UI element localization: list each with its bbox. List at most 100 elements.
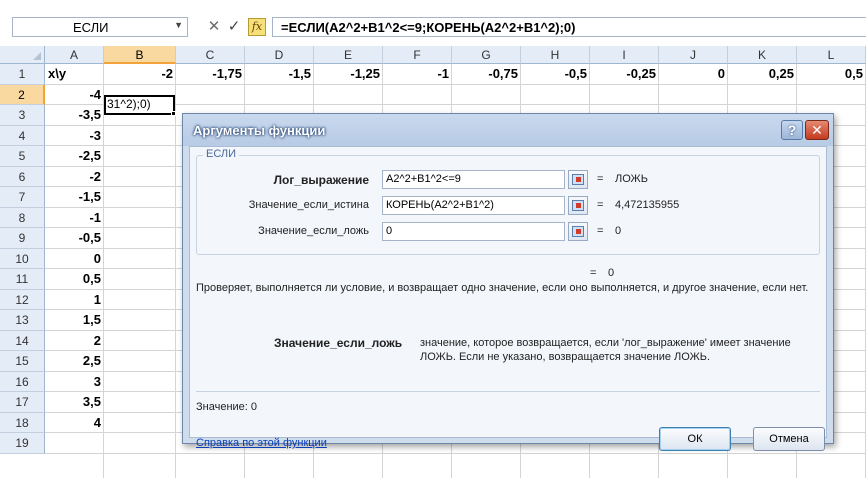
column-header[interactable]: J xyxy=(659,46,728,64)
function-group-label: ЕСЛИ xyxy=(203,148,240,160)
table-cell[interactable]: -1 xyxy=(45,210,104,225)
arg-label-logical-test: Лог_выражение xyxy=(273,173,369,187)
row-header[interactable]: 16 xyxy=(0,371,45,392)
row-header[interactable]: 7 xyxy=(0,187,45,208)
cancel-formula-icon[interactable]: ✕ xyxy=(206,17,222,37)
ok-button[interactable]: ОК xyxy=(659,427,731,451)
name-box[interactable]: ЕСЛИ ▼ xyxy=(12,17,188,37)
table-cell[interactable]: 0,25 xyxy=(728,66,797,81)
table-cell[interactable]: -2,5 xyxy=(45,148,104,163)
help-link[interactable]: Справка по этой функции xyxy=(196,437,327,449)
arg-input-logical-test[interactable]: A2^2+B1^2<=9 xyxy=(382,170,565,189)
param-description: значение, которое возвращается, если 'ло… xyxy=(420,337,791,363)
table-cell[interactable]: -4 xyxy=(45,87,104,102)
arg-result-logical-test: ЛОЖЬ xyxy=(615,173,648,185)
row-header[interactable]: 9 xyxy=(0,228,45,249)
arg-result-value-if-true: 4,472135955 xyxy=(615,199,680,211)
function-arguments-dialog: Аргументы функции ? ✕ ЕСЛИ Лог_выражение… xyxy=(182,113,834,451)
row-header[interactable]: 5 xyxy=(0,146,45,167)
column-header[interactable]: E xyxy=(314,46,383,64)
formula-bar: ЕСЛИ ▼ ✕ ✓ fx =ЕСЛИ(A2^2+B1^2<=9;КОРЕНЬ(… xyxy=(0,0,866,46)
cancel-button[interactable]: Отмена xyxy=(753,427,825,451)
active-cell-editor[interactable]: 31^2);0) xyxy=(104,95,175,115)
divider xyxy=(196,391,820,392)
table-cell[interactable]: -0,75 xyxy=(452,66,521,81)
column-header[interactable]: K xyxy=(728,46,797,64)
table-cell[interactable]: -1,25 xyxy=(314,66,383,81)
gridline xyxy=(175,64,176,478)
table-cell[interactable]: 0 xyxy=(45,251,104,266)
column-header[interactable]: I xyxy=(590,46,659,64)
chevron-down-icon[interactable]: ▼ xyxy=(174,20,183,30)
table-cell[interactable]: -1,5 xyxy=(245,66,314,81)
formula-input[interactable]: =ЕСЛИ(A2^2+B1^2<=9;КОРЕНЬ(A2^2+B1^2);0) xyxy=(272,17,866,37)
row-header[interactable]: 8 xyxy=(0,207,45,228)
table-cell[interactable]: 2,5 xyxy=(45,353,104,368)
table-cell[interactable]: -1,75 xyxy=(176,66,245,81)
table-cell[interactable]: -2 xyxy=(104,66,176,81)
column-header[interactable]: G xyxy=(452,46,521,64)
column-header[interactable]: F xyxy=(383,46,452,64)
table-cell[interactable]: 0 xyxy=(659,66,728,81)
row-header[interactable]: 2 xyxy=(0,84,45,105)
arg-input-value-if-true[interactable]: КОРЕНЬ(A2^2+B1^2) xyxy=(382,196,565,215)
row-header[interactable]: 11 xyxy=(0,269,45,290)
select-all-corner[interactable] xyxy=(0,46,45,64)
row-header[interactable]: 1 xyxy=(0,64,45,85)
row-header[interactable]: 4 xyxy=(0,125,45,146)
row-header[interactable]: 17 xyxy=(0,392,45,413)
column-header[interactable]: C xyxy=(176,46,245,64)
table-cell[interactable]: -0,25 xyxy=(590,66,659,81)
arg-label-value-if-true: Значение_если_истина xyxy=(248,199,369,211)
table-cell[interactable]: 3,5 xyxy=(45,394,104,409)
collapse-dialog-icon[interactable] xyxy=(568,222,588,241)
table-cell[interactable]: 1 xyxy=(45,292,104,307)
table-cell[interactable]: -0,5 xyxy=(45,230,104,245)
collapse-dialog-icon[interactable] xyxy=(568,196,588,215)
table-cell[interactable]: -2 xyxy=(45,169,104,184)
table-cell[interactable]: 3 xyxy=(45,374,104,389)
overall-equals: = xyxy=(590,267,597,279)
collapse-dialog-icon[interactable] xyxy=(568,170,588,189)
row-header[interactable]: 3 xyxy=(0,105,45,126)
row-header[interactable]: 12 xyxy=(0,289,45,310)
enter-formula-icon[interactable]: ✓ xyxy=(226,17,242,37)
column-header[interactable]: A xyxy=(45,46,104,64)
table-cell[interactable]: x\y xyxy=(45,66,104,81)
arg-input-value-if-false[interactable]: 0 xyxy=(382,222,565,241)
row-header[interactable]: 14 xyxy=(0,330,45,351)
function-description: Проверяет, выполняется ли условие, и воз… xyxy=(196,282,809,294)
column-header[interactable]: B xyxy=(104,46,176,64)
fill-handle[interactable] xyxy=(171,111,176,116)
table-cell[interactable]: 2 xyxy=(45,333,104,348)
table-cell[interactable]: 1,5 xyxy=(45,312,104,327)
column-header[interactable]: L xyxy=(797,46,866,64)
arg-equals: = xyxy=(597,199,604,211)
row-header[interactable]: 15 xyxy=(0,351,45,372)
table-cell[interactable]: -3 xyxy=(45,128,104,143)
row-header[interactable]: 18 xyxy=(0,412,45,433)
function-group: ЕСЛИ Лог_выражение A2^2+B1^2<=9 = ЛОЖЬ З… xyxy=(196,148,820,255)
dialog-body: ЕСЛИ Лог_выражение A2^2+B1^2<=9 = ЛОЖЬ З… xyxy=(189,146,827,451)
arg-equals: = xyxy=(597,225,604,237)
help-icon[interactable]: ? xyxy=(781,120,803,140)
row-header[interactable]: 6 xyxy=(0,166,45,187)
arg-equals: = xyxy=(597,173,604,185)
table-cell[interactable]: -1,5 xyxy=(45,189,104,204)
insert-function-icon[interactable]: fx xyxy=(248,18,266,36)
row-header[interactable]: 13 xyxy=(0,310,45,331)
table-cell[interactable]: 0,5 xyxy=(45,271,104,286)
column-header[interactable]: D xyxy=(245,46,314,64)
row-header[interactable]: 19 xyxy=(0,433,45,454)
table-cell[interactable]: 4 xyxy=(45,415,104,430)
table-cell[interactable]: 0,5 xyxy=(797,66,866,81)
dialog-title: Аргументы функции xyxy=(183,114,833,146)
gridline xyxy=(45,83,866,85)
row-header[interactable]: 10 xyxy=(0,248,45,269)
column-header[interactable]: H xyxy=(521,46,590,64)
table-cell[interactable]: -1 xyxy=(383,66,452,81)
close-icon[interactable]: ✕ xyxy=(805,120,829,140)
table-cell[interactable]: -3,5 xyxy=(45,107,104,122)
table-cell[interactable]: -0,5 xyxy=(521,66,590,81)
overall-result: 0 xyxy=(608,267,615,279)
